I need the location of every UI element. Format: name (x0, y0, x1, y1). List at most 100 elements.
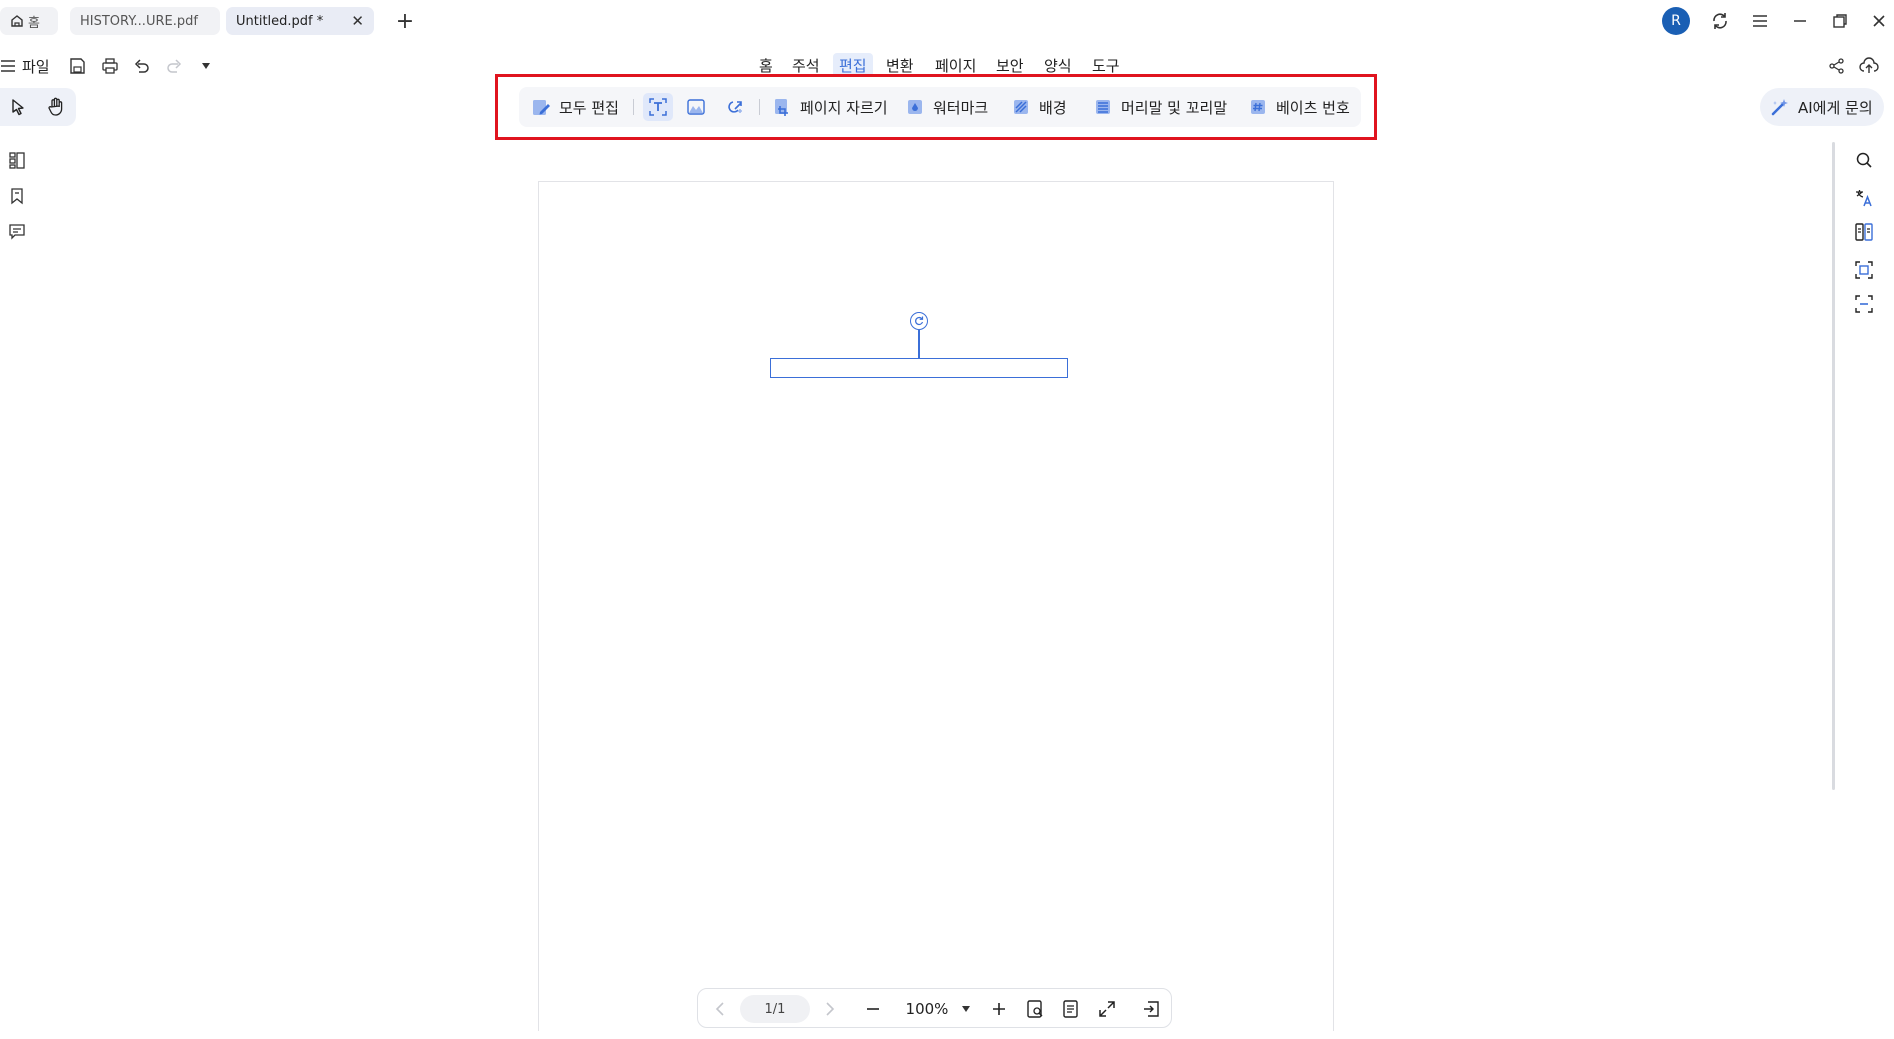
menu-tab-label: 도구 (1092, 56, 1120, 75)
add-link-icon[interactable] (719, 93, 749, 121)
page-view-icon[interactable] (1056, 996, 1086, 1022)
rotate-handle-icon[interactable] (910, 312, 928, 330)
watermark-icon (905, 97, 925, 117)
translate-icon[interactable] (1851, 185, 1877, 211)
tab-forms[interactable]: 양식 (1038, 53, 1078, 77)
ask-ai-label: AI에게 문의 (1798, 98, 1873, 117)
zoom-in-icon[interactable] (987, 996, 1011, 1022)
vertical-scrollbar[interactable] (1832, 142, 1835, 790)
edit-image-icon[interactable] (681, 93, 711, 121)
next-page-icon[interactable] (818, 996, 842, 1022)
text-box-selection[interactable] (770, 358, 1068, 378)
selection-tools (0, 88, 76, 126)
hamburger-icon (0, 59, 16, 73)
edit-text-icon[interactable] (643, 93, 673, 121)
file-menu-button[interactable]: 파일 (0, 53, 50, 79)
tab-label: HISTORY...URE.pdf (80, 13, 198, 29)
tab-untitled-pdf[interactable]: Untitled.pdf * ✕ (226, 7, 374, 35)
tab-annotate[interactable]: 주석 (786, 53, 826, 77)
menu-tab-label: 홈 (759, 56, 773, 75)
sync-icon[interactable] (1707, 8, 1733, 34)
plus-icon: + (395, 8, 415, 34)
tab-convert[interactable]: 변환 (880, 53, 920, 77)
ask-ai-button[interactable]: AI에게 문의 (1760, 88, 1884, 126)
thumbnails-icon[interactable] (4, 147, 30, 173)
tab-tools[interactable]: 도구 (1086, 53, 1126, 77)
menu-tab-label: 보안 (996, 56, 1024, 75)
tab-page[interactable]: 페이지 (929, 53, 982, 77)
left-sidebar (0, 145, 36, 247)
watermark-label: 워터마크 (933, 98, 989, 117)
comments-icon[interactable] (4, 218, 30, 244)
close-window-icon[interactable] (1866, 8, 1892, 34)
watermark-button[interactable]: 워터마크 (905, 93, 988, 121)
undo-icon[interactable] (129, 53, 155, 79)
search-icon[interactable] (1851, 147, 1877, 173)
file-menu-label: 파일 (22, 57, 50, 76)
crop-page-button[interactable]: 페이지 자르기 (772, 93, 888, 121)
tab-home-menu[interactable]: 홈 (753, 53, 779, 77)
background-label: 배경 (1039, 98, 1067, 117)
fit-page-icon[interactable] (1020, 996, 1050, 1022)
hamburger-menu-icon[interactable] (1747, 8, 1773, 34)
menu-tab-label: 양식 (1044, 56, 1072, 75)
tab-edit[interactable]: 편집 (833, 53, 873, 77)
quick-access-dropdown-icon[interactable] (193, 53, 219, 79)
page-number-text: 1/1 (764, 1001, 786, 1017)
bates-number-button[interactable]: 베이츠 번호 (1248, 93, 1350, 121)
page-number-input[interactable]: 1/1 (740, 995, 810, 1023)
header-footer-label: 머리말 및 꼬리말 (1121, 98, 1228, 117)
menu-tab-label: 페이지 (935, 56, 977, 75)
header-footer-button[interactable]: 머리말 및 꼬리말 (1093, 93, 1227, 121)
collapse-toolbar-icon[interactable] (1136, 996, 1166, 1022)
print-icon[interactable] (97, 53, 123, 79)
bookmark-icon[interactable] (4, 183, 30, 209)
rotation-handle-line (918, 330, 920, 358)
zoom-level-dropdown[interactable]: 100% (898, 996, 978, 1022)
page-navigation-bar: 1/1 100% (697, 988, 1172, 1028)
tab-home[interactable]: 홈 (0, 7, 58, 35)
background-button[interactable]: 배경 (1011, 93, 1067, 121)
menu-tab-label: 주석 (792, 56, 820, 75)
redo-icon[interactable] (161, 53, 187, 79)
save-icon[interactable] (64, 53, 90, 79)
screen-capture-icon[interactable] (1851, 291, 1877, 317)
tab-home-label: 홈 (28, 15, 40, 31)
edit-all-button[interactable]: 모두 편집 (531, 93, 619, 121)
avatar[interactable]: R (1662, 7, 1690, 35)
menu-tab-label: 편집 (839, 56, 867, 75)
bates-number-icon (1248, 97, 1268, 117)
pdf-page[interactable] (538, 181, 1334, 1031)
edit-all-icon (531, 97, 551, 117)
fullscreen-icon[interactable] (1092, 996, 1122, 1022)
header-footer-icon (1093, 97, 1113, 117)
restore-icon[interactable] (1827, 8, 1853, 34)
tab-label: Untitled.pdf * (236, 13, 324, 29)
hand-tool-icon[interactable] (42, 94, 70, 120)
ocr-scan-icon[interactable] (1851, 257, 1877, 283)
tab-history-pdf[interactable]: HISTORY...URE.pdf (70, 7, 220, 35)
title-bar: 홈 HISTORY...URE.pdf Untitled.pdf * ✕ + R (0, 0, 1894, 42)
ai-sparkle-icon (1770, 97, 1790, 117)
new-tab-button[interactable]: + (392, 8, 418, 34)
dropdown-caret-icon (962, 1006, 971, 1012)
crop-page-label: 페이지 자르기 (800, 98, 888, 117)
zoom-level-text: 100% (905, 1000, 949, 1018)
edit-all-label: 모두 편집 (559, 98, 619, 117)
toolbar-separator (633, 99, 634, 115)
zoom-out-icon[interactable] (861, 996, 885, 1022)
select-tool-icon[interactable] (4, 94, 32, 120)
home-icon (10, 14, 24, 28)
menu-tab-label: 변환 (886, 56, 914, 75)
share-icon[interactable] (1824, 53, 1850, 79)
toolbar-separator (759, 99, 760, 115)
minimize-icon[interactable] (1787, 8, 1813, 34)
tab-security[interactable]: 보안 (990, 53, 1030, 77)
background-icon (1011, 97, 1031, 117)
close-tab-icon[interactable]: ✕ (351, 12, 364, 30)
previous-page-icon[interactable] (708, 996, 732, 1022)
avatar-initial: R (1671, 13, 1681, 29)
cloud-upload-icon[interactable] (1856, 53, 1882, 79)
compare-icon[interactable] (1851, 219, 1877, 245)
edit-toolbar: 모두 편집 페이지 자르기 워터마크 배경 머리말 및 꼬리말 베이츠 번호 (519, 87, 1361, 127)
